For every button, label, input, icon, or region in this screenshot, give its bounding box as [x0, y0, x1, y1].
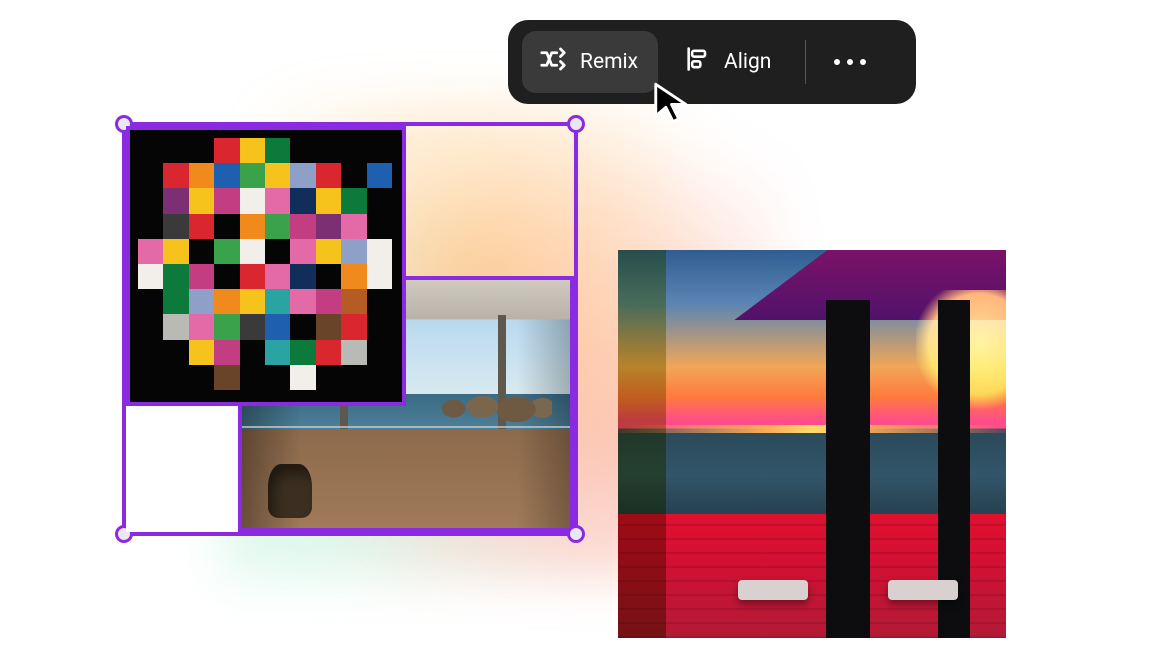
align-label: Align — [724, 50, 771, 74]
empty-cell — [126, 406, 238, 532]
remix-button[interactable]: Remix — [522, 31, 658, 93]
remix-icon — [538, 44, 568, 80]
resize-handle-tr[interactable] — [567, 115, 585, 133]
selection-frame[interactable] — [122, 122, 578, 536]
more-icon — [834, 59, 866, 65]
image-tile-mosaic[interactable] — [126, 126, 406, 406]
more-button[interactable] — [820, 31, 880, 93]
remix-label: Remix — [580, 50, 638, 74]
toolbar-divider — [805, 40, 806, 84]
context-toolbar: Remix Align — [508, 20, 916, 104]
resize-handle-br[interactable] — [567, 525, 585, 543]
generated-image-sunset[interactable] — [618, 250, 1006, 638]
align-icon — [684, 45, 712, 79]
mosaic-grid — [138, 138, 392, 390]
align-button[interactable]: Align — [668, 31, 791, 93]
